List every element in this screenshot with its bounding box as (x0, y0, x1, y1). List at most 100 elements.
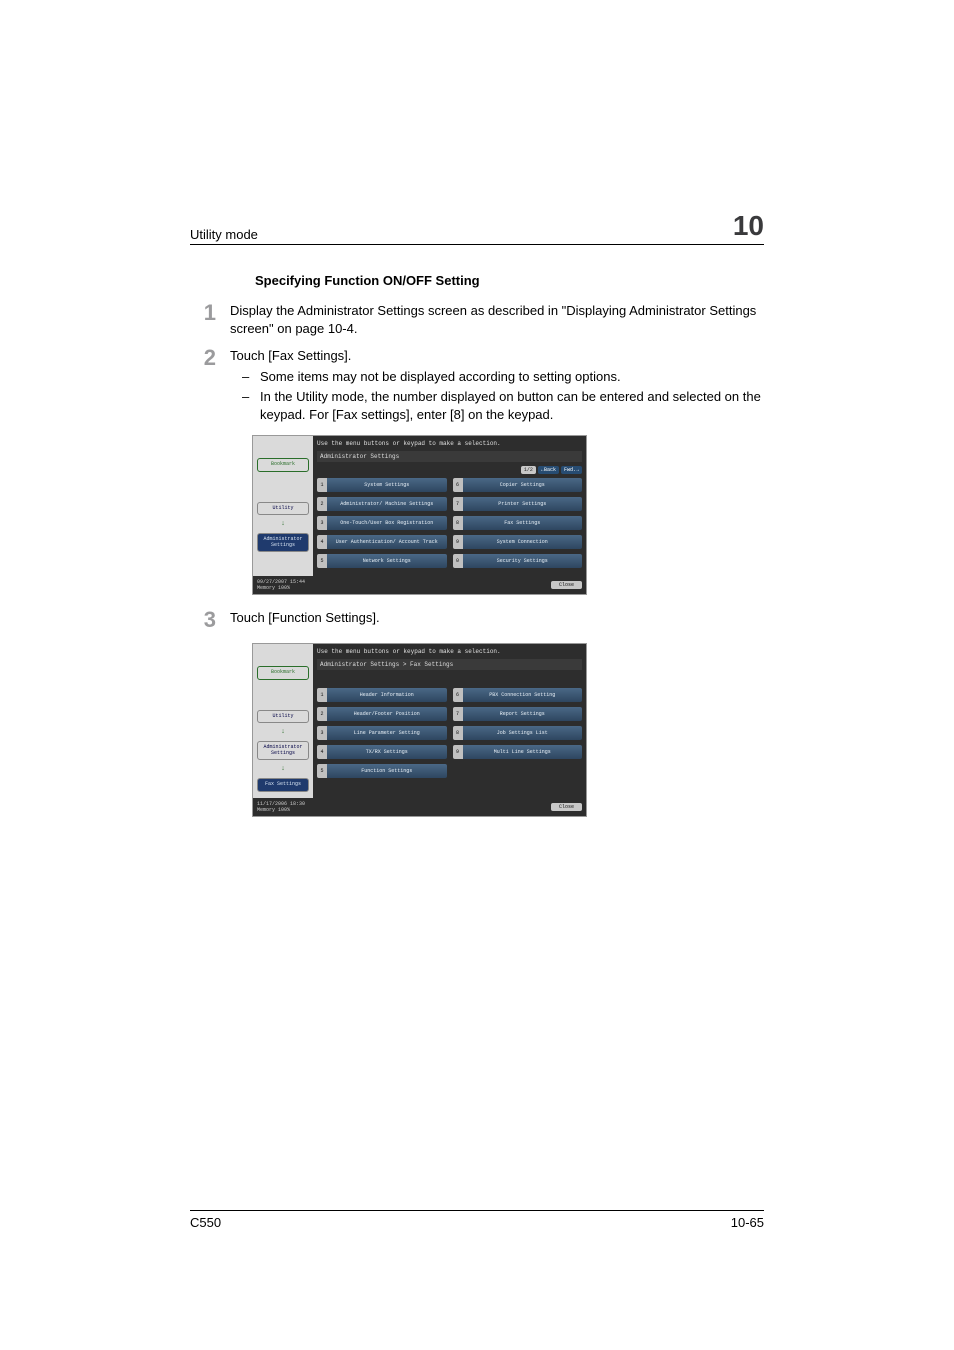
chapter-number: 10 (733, 210, 764, 242)
arrow-down-icon: ↓ (253, 729, 313, 735)
menu-item-label: Header/Footer Position (327, 707, 447, 721)
menu-item-number: 9 (453, 745, 463, 759)
menu-item[interactable]: 3One-Touch/User Box Registration (317, 516, 447, 530)
menu-item-label: Report Settings (463, 707, 583, 721)
menu-item-label: PBX Connection Setting (463, 688, 583, 702)
footer-page-number: 10-65 (731, 1215, 764, 1230)
menu-item[interactable]: 9System Connection (453, 535, 583, 549)
menu-item-number: 8 (453, 516, 463, 530)
sidebar: Bookmark Utility ↓ Administrator Setting… (253, 644, 313, 798)
menu-item-number: 7 (453, 707, 463, 721)
menu-item-label: Fax Settings (463, 516, 583, 530)
menu-item-number: 9 (453, 535, 463, 549)
menu-item-label: Job Settings List (463, 726, 583, 740)
menu-item[interactable]: 4TX/RX Settings (317, 745, 447, 759)
sidebar-item-admin[interactable]: Administrator Settings (257, 533, 309, 552)
screenshot-fax-settings: Bookmark Utility ↓ Administrator Setting… (252, 643, 587, 817)
sidebar-item-utility[interactable]: Utility (257, 502, 309, 516)
sub-item: – In the Utility mode, the number displa… (242, 388, 764, 423)
bookmark-tab[interactable]: Bookmark (257, 666, 309, 680)
close-button[interactable]: Close (551, 581, 582, 589)
menu-item[interactable]: 5Function Settings (317, 764, 447, 778)
menu-item-number: 5 (317, 554, 327, 568)
menu-item-label: Function Settings (327, 764, 447, 778)
sub-text: Some items may not be displayed accordin… (260, 368, 764, 386)
menu-item[interactable]: 6PBX Connection Setting (453, 688, 583, 702)
bookmark-tab[interactable]: Bookmark (257, 458, 309, 472)
menu-item[interactable]: 6Copier Settings (453, 478, 583, 492)
menu-item-label: One-Touch/User Box Registration (327, 516, 447, 530)
menu-item[interactable]: 7Printer Settings (453, 497, 583, 511)
step-number: 2 (190, 347, 230, 423)
breadcrumb: Administrator Settings (317, 451, 582, 462)
menu-item[interactable]: 8Job Settings List (453, 726, 583, 740)
breadcrumb: Administrator Settings > Fax Settings (317, 659, 582, 670)
menu-item[interactable]: 1Header Information (317, 688, 447, 702)
menu-item[interactable]: 5Network Settings (317, 554, 447, 568)
menu-item-number: 1 (317, 688, 327, 702)
menu-item-number: 6 (453, 478, 463, 492)
arrow-down-icon: ↓ (253, 766, 313, 772)
dash-icon: – (242, 368, 260, 386)
step-1: 1 Display the Administrator Settings scr… (190, 302, 764, 337)
sub-item: – Some items may not be displayed accord… (242, 368, 764, 386)
back-button[interactable]: ←Back (538, 466, 559, 474)
step-text: Touch [Function Settings]. (230, 609, 764, 631)
page-header: Utility mode 10 (190, 210, 764, 245)
sub-text: In the Utility mode, the number displaye… (260, 388, 764, 423)
menu-item-number: 2 (317, 497, 327, 511)
menu-item[interactable]: 2Administrator/ Machine Settings (317, 497, 447, 511)
menu-item-number: 3 (317, 516, 327, 530)
menu-item-label: System Settings (327, 478, 447, 492)
close-button[interactable]: Close (551, 803, 582, 811)
menu-item-number: 0 (453, 554, 463, 568)
step-number: 3 (190, 609, 230, 631)
menu-item[interactable]: 2Header/Footer Position (317, 707, 447, 721)
step-2: 2 Touch [Fax Settings]. – Some items may… (190, 347, 764, 423)
step-text: Display the Administrator Settings scree… (230, 302, 764, 337)
menu-item-number: 2 (317, 707, 327, 721)
menu-item[interactable]: 4User Authentication/ Account Track (317, 535, 447, 549)
sidebar-item-admin[interactable]: Administrator Settings (257, 741, 309, 760)
pager: 1/2 ←Back Fwd.→ (317, 466, 582, 474)
menu-item[interactable]: 7Report Settings (453, 707, 583, 721)
menu-item[interactable]: 3Line Parameter Setting (317, 726, 447, 740)
menu-item-number: 5 (317, 764, 327, 778)
menu-item[interactable]: 9Multi Line Settings (453, 745, 583, 759)
menu-item[interactable]: 1System Settings (317, 478, 447, 492)
pager-page: 1/2 (521, 466, 536, 474)
menu-item-label: Line Parameter Setting (327, 726, 447, 740)
header-section: Utility mode (190, 227, 258, 242)
forward-button[interactable]: Fwd.→ (561, 466, 582, 474)
menu-item-number: 7 (453, 497, 463, 511)
sidebar: Bookmark Utility ↓ Administrator Setting… (253, 436, 313, 576)
menu-item-label: User Authentication/ Account Track (327, 535, 447, 549)
menu-item-number: 6 (453, 688, 463, 702)
menu-item-label: Security Settings (463, 554, 583, 568)
dash-icon: – (242, 388, 260, 423)
section-title: Specifying Function ON/OFF Setting (255, 273, 764, 288)
menu-item-number: 4 (317, 535, 327, 549)
menu-item-number: 8 (453, 726, 463, 740)
menu-item-number: 4 (317, 745, 327, 759)
menu-item-label: Printer Settings (463, 497, 583, 511)
menu-item[interactable]: 8Fax Settings (453, 516, 583, 530)
menu-item-label: System Connection (463, 535, 583, 549)
menu-item-label: TX/RX Settings (327, 745, 447, 759)
footer-model: C550 (190, 1215, 221, 1230)
arrow-down-icon: ↓ (253, 521, 313, 527)
page-footer: C550 10-65 (190, 1210, 764, 1230)
sidebar-item-fax[interactable]: Fax Settings (257, 778, 309, 792)
sidebar-item-utility[interactable]: Utility (257, 710, 309, 724)
menu-item-label: Header Information (327, 688, 447, 702)
panel-instruction: Use the menu buttons or keypad to make a… (317, 438, 582, 449)
screenshot-admin-settings: Bookmark Utility ↓ Administrator Setting… (252, 435, 587, 595)
footer-datetime: 09/27/2007 15:44 Memory 100% (257, 579, 305, 591)
panel-instruction: Use the menu buttons or keypad to make a… (317, 646, 582, 657)
footer-datetime: 11/17/2006 18:30 Memory 100% (257, 801, 305, 813)
menu-item-label: Network Settings (327, 554, 447, 568)
menu-item-label: Copier Settings (463, 478, 583, 492)
menu-item[interactable]: 0Security Settings (453, 554, 583, 568)
menu-item-label: Multi Line Settings (463, 745, 583, 759)
menu-item-number: 3 (317, 726, 327, 740)
